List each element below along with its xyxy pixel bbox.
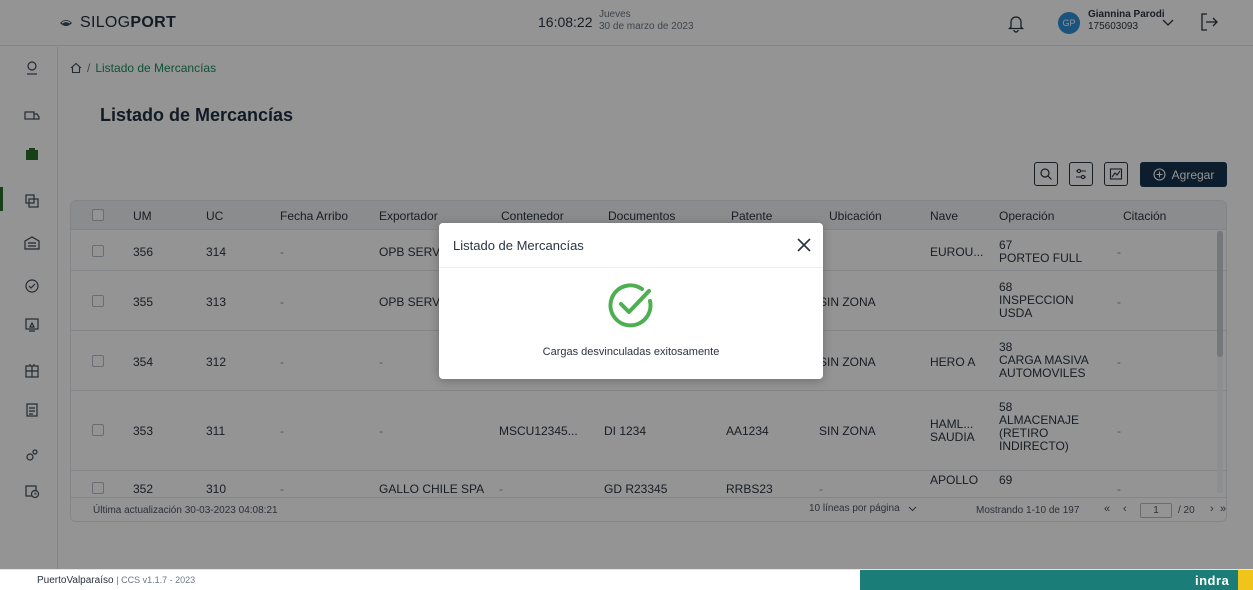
footer-version: | CCS v1.1.7 - 2023: [116, 575, 196, 585]
footer-accent: [1238, 570, 1253, 590]
success-modal: Listado de Mercancías Cargas desvinculad…: [439, 223, 823, 379]
check-circle-icon: [608, 283, 653, 328]
footer-brand: PuertoValparaíso | CCS v1.1.7 - 2023: [37, 575, 195, 586]
partner-logo: indra: [1195, 573, 1230, 588]
modal-title: Listado de Mercancías: [453, 238, 584, 253]
modal-message: Cargas desvinculadas exitosamente: [542, 346, 720, 358]
close-icon[interactable]: [794, 235, 814, 255]
app-footer: PuertoValparaíso | CCS v1.1.7 - 2023 ind…: [0, 569, 1253, 590]
footer-brand-name: PuertoValparaíso: [37, 575, 114, 586]
footer-band: [860, 570, 1238, 590]
modal-header: Listado de Mercancías: [439, 223, 823, 268]
